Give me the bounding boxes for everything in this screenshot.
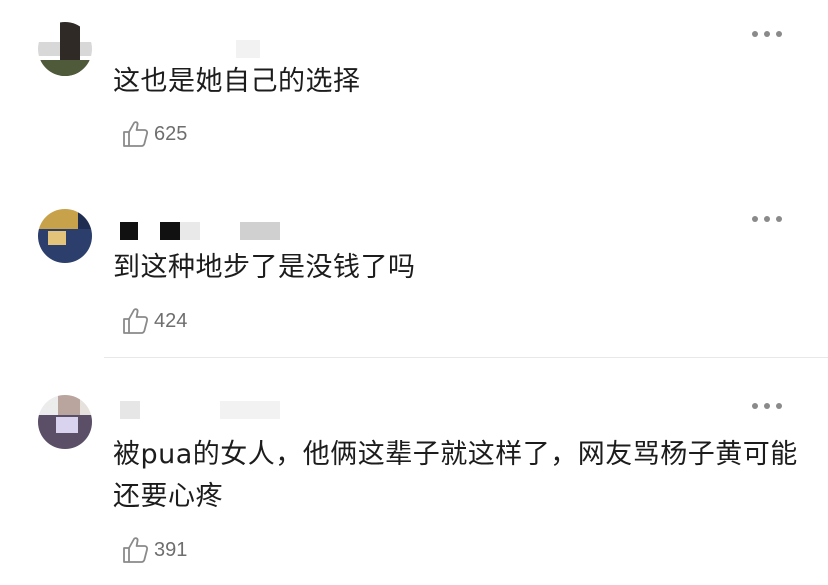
comment-item: 到这种地步了是没钱了吗 424: [0, 185, 828, 359]
thumbs-up-icon: [123, 308, 149, 334]
like-count: 625: [154, 122, 188, 145]
more-options-icon[interactable]: [752, 29, 784, 39]
comment-text: 到这种地步了是没钱了吗: [113, 252, 416, 283]
comment-text: 被pua的女人，他俩这辈子就这样了，网友骂杨子黄可能还要心疼: [113, 439, 798, 512]
comment-text: 这也是她自己的选择: [113, 66, 361, 97]
thumbs-up-icon: [123, 121, 149, 147]
comment-item: 这也是她自己的选择 625: [0, 0, 828, 185]
divider: [104, 357, 828, 358]
avatar[interactable]: [38, 209, 92, 263]
thumbs-up-icon: [123, 537, 149, 563]
avatar[interactable]: [38, 395, 92, 449]
like-count: 391: [154, 538, 188, 561]
like-count: 424: [154, 309, 188, 332]
like-button[interactable]: 391: [120, 534, 187, 566]
more-options-icon[interactable]: [752, 401, 784, 411]
like-button[interactable]: 424: [120, 305, 187, 337]
like-button[interactable]: 625: [120, 118, 187, 150]
more-options-icon[interactable]: [752, 214, 784, 224]
comment-item: 被pua的女人，他俩这辈子就这样了，网友骂杨子黄可能还要心疼 391: [0, 359, 828, 585]
avatar[interactable]: [38, 22, 92, 76]
